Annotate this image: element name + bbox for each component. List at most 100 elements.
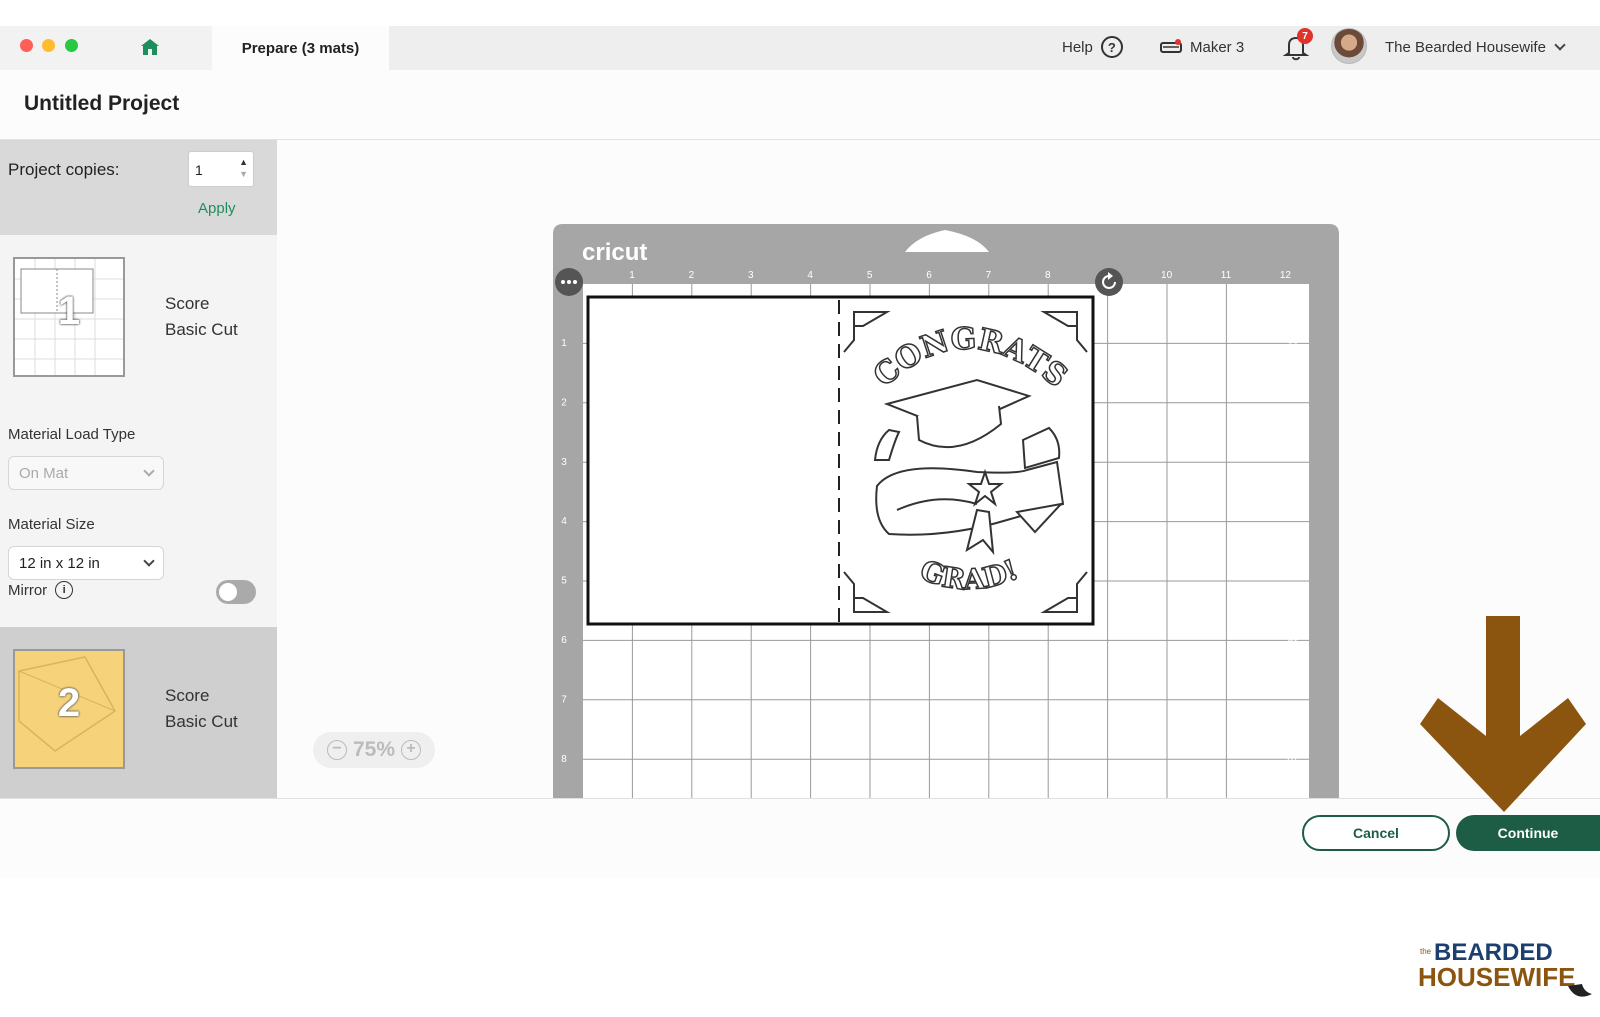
ruler-tick-label: 3: [748, 270, 754, 281]
ruler-tick-label: 15: [1287, 637, 1299, 648]
ruler-tick-label: 2: [561, 397, 567, 408]
ruler-tick-label: 10: [1161, 270, 1173, 281]
user-name: The Bearded Housewife: [1385, 38, 1546, 56]
ruler-tick-label: 4: [807, 270, 813, 281]
title-bar: Untitled Project: [0, 70, 1600, 140]
down-arrow-overlay: [1420, 616, 1586, 812]
ruler-tick-label: 9: [1290, 776, 1296, 787]
quantity-stepper[interactable]: ▲ ▼: [239, 156, 248, 180]
zoom-in-button[interactable]: +: [401, 740, 422, 760]
mat-card-2[interactable]: 2 Score Basic Cut: [0, 627, 277, 798]
ruler-tick-label: 24: [1287, 427, 1299, 438]
chevron-down-icon: [1554, 39, 1566, 51]
mat-number-2: 2: [57, 681, 81, 725]
machine-label: Maker 3: [1190, 38, 1245, 56]
chevron-down-icon: [143, 555, 155, 567]
notification-badge: 7: [1297, 28, 1313, 44]
ruler-tick-label: 14: [1287, 660, 1299, 671]
chevron-down-icon: [143, 465, 155, 477]
ruler-tick-label: 2: [689, 270, 695, 281]
continue-button[interactable]: Continue: [1456, 815, 1600, 851]
material-size-select[interactable]: 12 in x 12 in: [8, 546, 164, 580]
ruler-tick-label: 29: [1287, 310, 1299, 321]
ruler-tick-label: 26: [1287, 380, 1299, 391]
ruler-tick-label: 8: [1045, 270, 1051, 281]
mat-card-1[interactable]: 1 Score Basic Cut: [0, 235, 277, 390]
top-bar: Prepare (3 mats) Help ? Maker 3 7 The Be…: [0, 26, 1600, 70]
ruler-tick-label: 27: [1287, 357, 1299, 368]
project-copies-label: Project copies:: [8, 160, 120, 179]
mat-thumbnail-2: 2: [13, 649, 125, 769]
ruler-tick-label: 13: [1287, 683, 1299, 694]
project-copies-input[interactable]: 1 ▲ ▼: [188, 151, 254, 187]
help-icon: ?: [1100, 36, 1123, 58]
ruler-tick-label: 17: [1287, 590, 1299, 601]
mat-1-op-cut: Basic Cut: [165, 320, 238, 339]
ruler-tick-label: 25: [1287, 404, 1299, 415]
ruler-tick-label: 11: [1287, 730, 1298, 741]
machine-icon: [1160, 39, 1182, 53]
material-load-type-label: Material Load Type: [8, 426, 136, 443]
cricut-design-space-window: Prepare (3 mats) Help ? Maker 3 7 The Be…: [0, 26, 1600, 878]
zoom-level: 75%: [352, 738, 396, 761]
minimize-window-button[interactable]: [42, 39, 55, 52]
ruler-tick-label: 5: [561, 576, 567, 587]
ruler-tick-label: 6: [926, 270, 932, 281]
ruler-tick-label: 11: [1221, 270, 1232, 281]
mirror-label: Mirror: [8, 581, 48, 599]
ruler-tick-label: 12: [1280, 270, 1292, 281]
ruler-tick-label: 23: [1287, 450, 1299, 461]
maximize-window-button[interactable]: [65, 39, 78, 52]
ruler-tick-label: 21: [1287, 497, 1299, 508]
apply-button[interactable]: Apply: [198, 200, 236, 217]
ruler-tick-label: 12: [1287, 706, 1299, 717]
svg-text:the: the: [1420, 947, 1432, 956]
bearded-housewife-watermark: the BEARDED HOUSEWIFE: [1418, 939, 1592, 997]
page-title: Untitled Project: [24, 92, 180, 115]
machine-selector[interactable]: Maker 3: [1160, 34, 1244, 60]
mat-2-op-score: Score: [165, 686, 210, 705]
ruler-tick-label: 1: [629, 270, 635, 281]
ruler-tick-label: 7: [986, 270, 992, 281]
project-copies-value: 1: [195, 162, 203, 178]
avatar[interactable]: [1331, 28, 1367, 64]
mats-sidebar: Project copies: 1 ▲ ▼ Apply 1 Score Basi…: [0, 140, 277, 798]
close-window-button[interactable]: [20, 39, 33, 52]
bottom-action-bar: Cancel Continue: [0, 798, 1600, 878]
mat-2-op-cut: Basic Cut: [165, 712, 238, 731]
mat-thumbnail-1: 1: [13, 257, 125, 377]
ruler-tick-label: 7: [561, 694, 567, 705]
ruler-tick-label: 19: [1287, 543, 1299, 554]
cancel-button[interactable]: Cancel: [1302, 815, 1450, 851]
rotate-icon[interactable]: [1094, 267, 1124, 297]
ruler-tick-label: 5: [867, 270, 873, 281]
material-load-type-select[interactable]: On Mat: [8, 456, 164, 490]
help-button[interactable]: Help ?: [1062, 34, 1123, 60]
tab-prepare[interactable]: Prepare (3 mats): [212, 26, 389, 70]
mat-2-operations: Score Basic Cut: [165, 683, 238, 735]
cricut-logo: cricut: [582, 239, 647, 266]
material-size-value: 12 in x 12 in: [19, 554, 100, 572]
mat-1-op-score: Score: [165, 294, 210, 313]
help-label: Help: [1062, 38, 1093, 56]
mirror-toggle[interactable]: [216, 580, 256, 604]
ruler-tick-label: 16: [1287, 613, 1299, 624]
cutting-mat: cricut 123456789101112 12345678 30292827…: [553, 224, 1339, 798]
zoom-out-button[interactable]: −: [326, 740, 347, 760]
ruler-tick-label: 3: [561, 457, 567, 468]
ruler-tick-label: 28: [1287, 334, 1299, 345]
ruler-tick-label: 20: [1287, 520, 1299, 531]
home-icon[interactable]: [140, 37, 160, 57]
svg-text:HOUSEWIFE: HOUSEWIFE: [1418, 962, 1575, 992]
mat-options-button[interactable]: [554, 267, 584, 297]
ruler-tick-label: 6: [561, 635, 567, 646]
info-icon[interactable]: i: [55, 581, 74, 599]
ruler-tick-label: 22: [1287, 473, 1299, 484]
material-load-type-value: On Mat: [19, 464, 69, 482]
ruler-tick-label: 4: [561, 516, 567, 527]
mat-number-1: 1: [57, 289, 81, 333]
account-menu[interactable]: The Bearded Housewife: [1385, 34, 1566, 60]
ruler-tick-label: 10: [1287, 753, 1299, 764]
project-copies-panel: Project copies: 1 ▲ ▼ Apply: [0, 140, 277, 235]
mat-preview-canvas[interactable]: cricut 123456789101112 12345678 30292827…: [277, 140, 1600, 798]
